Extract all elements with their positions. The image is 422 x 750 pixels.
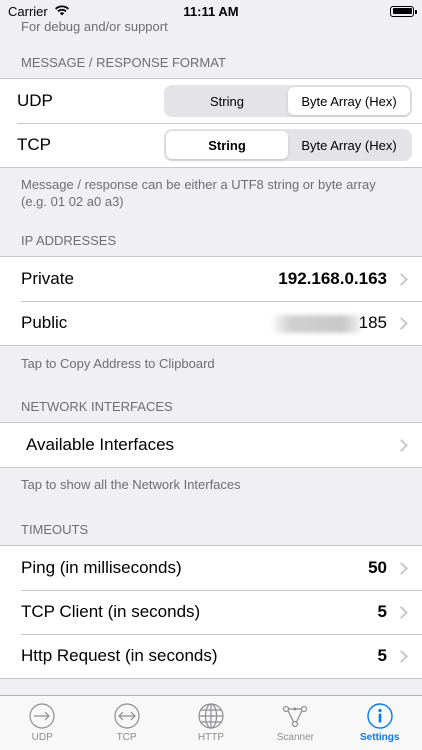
section-header-message-format: MESSAGE / RESPONSE FORMAT [21,55,226,70]
available-interfaces-row[interactable]: Available Interfaces [26,423,422,467]
tcp-format-label: TCP [17,135,51,154]
tcp-client-timeout-label: TCP Client (in seconds) [21,602,201,621]
redacted-ip-blur [272,314,361,333]
tcp-option-byte-array[interactable]: Byte Array (Hex) [288,131,410,159]
tab-scanner-label: Scanner [276,732,314,743]
status-time: 11:11 AM [183,3,239,19]
globe-icon [198,703,224,729]
tcp-client-timeout-value: 5 [377,602,387,621]
timeouts-group: Ping (in milliseconds) 50 TCP Client (in… [0,545,422,679]
ping-timeout-value: 50 [368,558,387,577]
tab-http-label: HTTP [197,732,225,743]
tab-udp[interactable]: UDP [0,702,84,743]
tab-scanner[interactable]: Scanner [253,702,337,743]
udp-option-string[interactable]: String [166,87,288,115]
udp-format-label: UDP [17,91,53,110]
public-ip-value: 185 [272,313,387,333]
tcp-format-row: TCP String Byte Array (Hex) [17,123,422,167]
battery-icon [390,5,417,17]
udp-arrow-icon [29,703,55,729]
tab-http[interactable]: HTTP [169,702,253,743]
ping-timeout-row[interactable]: Ping (in milliseconds) 50 [21,546,422,590]
public-ip-visible: 185 [358,313,387,332]
tab-tcp[interactable]: TCP [85,702,169,743]
section-header-network-interfaces: NETWORK INTERFACES [21,399,173,414]
tab-tcp-label: TCP [116,732,137,743]
ip-addresses-group: Private 192.168.0.163 Public 185 [0,256,422,346]
tab-udp-label: UDP [31,732,53,743]
chevron-right-icon [395,649,408,663]
chevron-right-icon [395,561,408,575]
http-request-timeout-row[interactable]: Http Request (in seconds) 5 [21,634,422,678]
network-interfaces-group: Available Interfaces [0,422,422,468]
tcp-format-segmented[interactable]: String Byte Array (Hex) [164,129,412,161]
carrier-label: Carrier [8,3,48,19]
wifi-icon [54,4,70,19]
message-format-group: UDP String Byte Array (Hex) TCP String B… [0,78,422,168]
public-ip-label: Public [21,313,68,332]
http-request-timeout-label: Http Request (in seconds) [21,646,218,665]
network-nodes-icon [283,705,308,728]
private-ip-row[interactable]: Private 192.168.0.163 [21,257,422,301]
tab-bar: UDP TCP HTTP Scanner Settings [0,695,422,750]
available-interfaces-label: Available Interfaces [26,435,175,454]
info-icon [367,703,393,729]
tcp-option-string[interactable]: String [166,131,288,159]
section-header-ip-addresses: IP ADDRESSES [21,233,117,248]
chevron-right-icon [395,438,408,452]
udp-option-byte-array[interactable]: Byte Array (Hex) [288,87,410,115]
private-ip-label: Private [21,269,74,288]
status-left: Carrier [8,4,70,19]
http-request-timeout-value: 5 [377,646,387,665]
ip-addresses-footer: Tap to Copy Address to Clipboard [21,356,215,371]
tab-settings-label: Settings [360,732,400,743]
tcp-client-timeout-row[interactable]: TCP Client (in seconds) 5 [21,590,422,634]
public-ip-row[interactable]: Public 185 [21,301,422,345]
chevron-right-icon [395,605,408,619]
ping-timeout-label: Ping (in milliseconds) [21,558,182,577]
message-format-footer: Message / response can be either a UTF8 … [21,177,376,209]
chevron-right-icon [395,316,408,330]
udp-format-segmented[interactable]: String Byte Array (Hex) [164,85,412,117]
tcp-arrows-icon [113,703,140,729]
status-bar: Carrier 11:11 AM [0,0,422,22]
section-header-timeouts: TIMEOUTS [21,522,89,537]
network-interfaces-footer: Tap to show all the Network Interfaces [21,477,241,492]
tab-settings[interactable]: Settings [338,702,422,743]
chevron-right-icon [395,272,408,286]
settings-list[interactable]: For debug and/or support MESSAGE / RESPO… [0,18,422,679]
private-ip-value: 192.168.0.163 [278,269,387,288]
udp-format-row: UDP String Byte Array (Hex) [17,79,422,123]
